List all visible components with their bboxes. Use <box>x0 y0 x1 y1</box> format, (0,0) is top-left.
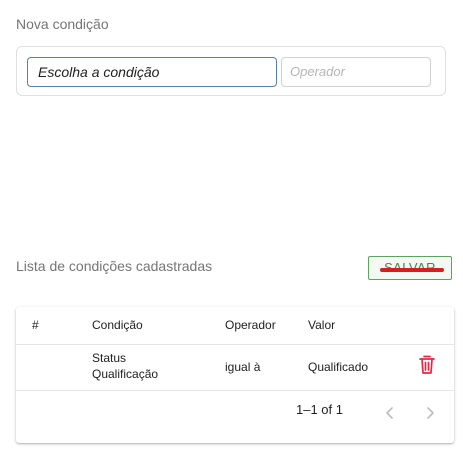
new-condition-card: Escolha a condição Operador <box>16 46 446 96</box>
chevron-left-icon[interactable] <box>382 405 398 421</box>
row-condition-line2: Qualificação <box>92 367 159 381</box>
condition-list-title: Lista de condições cadastradas <box>16 258 213 274</box>
save-underline-mark <box>380 268 444 272</box>
trash-icon[interactable] <box>418 355 436 375</box>
row-condition: Status Qualificação <box>92 350 158 382</box>
row-operator: igual à <box>225 360 261 374</box>
operator-select[interactable]: Operador <box>281 57 431 87</box>
new-condition-title: Nova condição <box>16 16 109 32</box>
condition-select[interactable]: Escolha a condição <box>27 57 277 87</box>
column-header-condition: Condição <box>92 318 143 332</box>
row-divider <box>16 390 454 391</box>
column-header-value: Valor <box>308 318 336 332</box>
chevron-right-icon[interactable] <box>422 405 438 421</box>
header-divider <box>16 344 454 345</box>
row-condition-line1: Status <box>92 351 127 365</box>
conditions-table: # Condição Operador Valor Status Qualifi… <box>16 307 454 443</box>
column-header-index: # <box>32 318 39 332</box>
column-header-operator: Operador <box>225 318 276 332</box>
row-value: Qualificado <box>308 360 369 374</box>
pagination-range: 1–1 of 1 <box>296 402 343 417</box>
